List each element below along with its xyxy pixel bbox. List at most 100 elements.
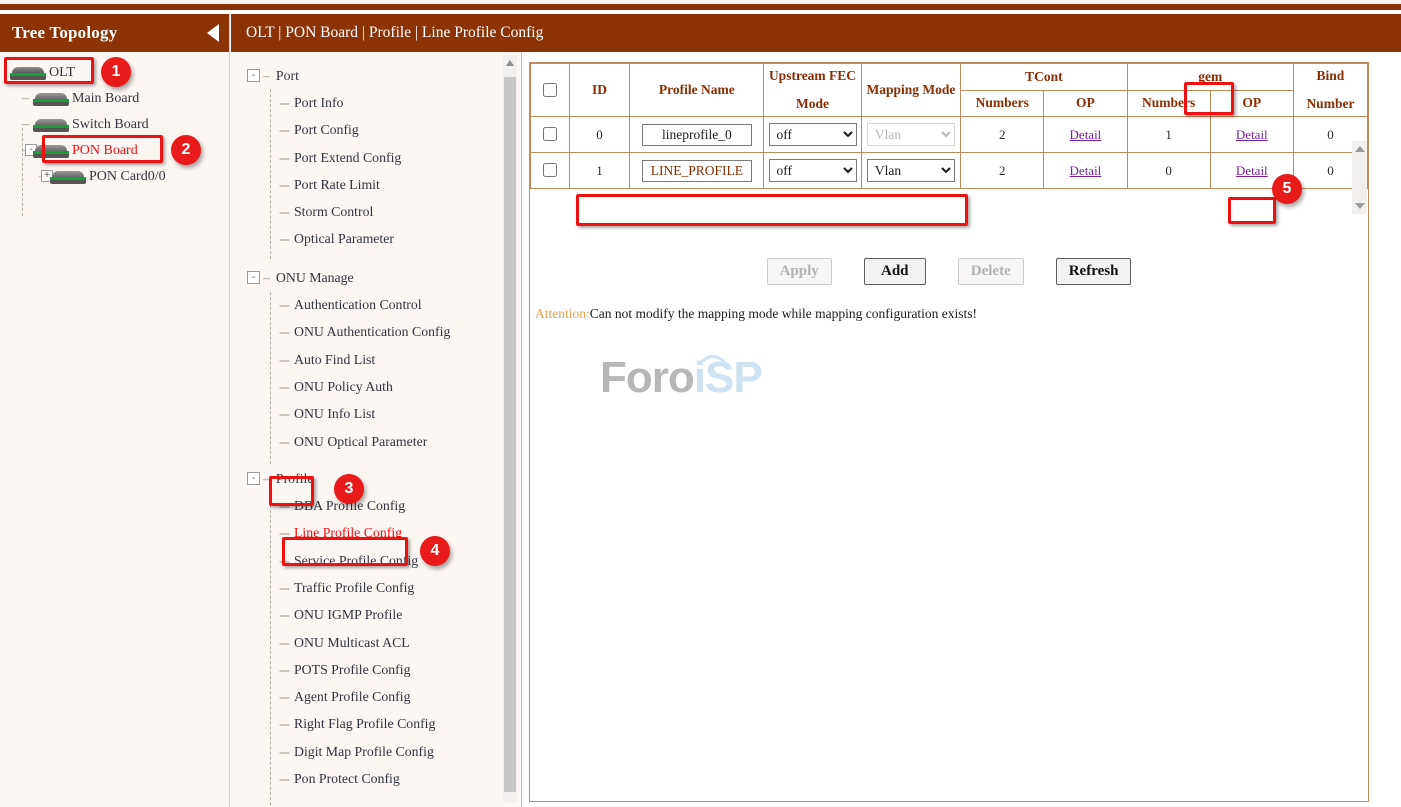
scroll-up-icon[interactable]: [506, 60, 514, 66]
nav-item-onu-optical-parameter[interactable]: ---ONU Optical Parameter: [231, 428, 521, 455]
tree-branch-dash: –: [263, 68, 270, 84]
tree-branch-dash: –: [22, 91, 29, 107]
nav-item-dba-profile-config[interactable]: ---DBA Profile Config: [231, 492, 521, 519]
nav-item-label: ONU Policy Auth: [294, 379, 393, 395]
triangle-left-icon[interactable]: [207, 24, 219, 42]
nav-item-agent-profile-config[interactable]: ---Agent Profile Config: [231, 684, 521, 711]
nav-item-label: ONU Authentication Config: [294, 324, 450, 340]
step-badge-2: 2: [171, 135, 201, 165]
select-all-checkbox[interactable]: [543, 83, 557, 97]
nav-item-pots-profile-config[interactable]: ---POTS Profile Config: [231, 656, 521, 683]
tree-node-label: PON Board: [72, 143, 138, 159]
gem-detail-link[interactable]: Detail: [1236, 163, 1268, 178]
row-checkbox[interactable]: [543, 163, 557, 177]
nav-item-label: Line Profile Config: [294, 525, 402, 541]
nav-item-service-profile-config[interactable]: ---Service Profile Config: [231, 547, 521, 574]
tcont-detail-link[interactable]: Detail: [1070, 127, 1102, 142]
row-gem-numbers: 0: [1127, 153, 1210, 189]
nav-item-onu-info-list[interactable]: ---ONU Info List: [231, 401, 521, 428]
nav-group-profile[interactable]: -–Profile: [231, 465, 521, 492]
branch-dash-icon: ---: [279, 635, 289, 651]
nav-group-onu-manage[interactable]: -–ONU Manage: [231, 264, 521, 291]
header-bind-line1: Bind: [1296, 68, 1365, 84]
nav-item-port-info[interactable]: ---Port Info: [231, 89, 521, 116]
collapse-expander-icon[interactable]: -: [247, 69, 260, 82]
nav-item-label: ONU Multicast ACL: [294, 635, 410, 651]
row-mapping-mode-cell: Vlan: [861, 153, 960, 189]
add-button[interactable]: Add: [864, 258, 926, 285]
scrollbar-thumb[interactable]: [504, 77, 516, 792]
tcont-detail-link[interactable]: Detail: [1070, 163, 1102, 178]
nav-item-onu-policy-auth[interactable]: ---ONU Policy Auth: [231, 373, 521, 400]
nav-group-port[interactable]: -–Port: [231, 62, 521, 89]
table-header-row-1: ID Profile Name Upstream FEC Mode Mappin…: [531, 64, 1368, 91]
nav-item-onu-multicast-acl[interactable]: --- ONU Multicast ACL: [231, 629, 521, 656]
nav-item-traffic-profile-config[interactable]: ---Traffic Profile Config: [231, 574, 521, 601]
attention-label: Attention:: [535, 306, 590, 321]
nav-item-line-profile-config[interactable]: ---Line Profile Config: [231, 520, 521, 547]
row-id: 1: [569, 153, 630, 189]
mapping-mode-select[interactable]: Vlan: [867, 159, 955, 182]
nav-item-port-extend-config[interactable]: ---Port Extend Config: [231, 144, 521, 171]
tree-node-main-board[interactable]: – Main Board: [0, 86, 229, 112]
nav-item-onu-igmp-profile[interactable]: ---ONU IGMP Profile: [231, 602, 521, 629]
tree-topology-title: Tree Topology: [12, 23, 117, 43]
nav-item-pon-protect-config[interactable]: ---Pon Protect Config: [231, 765, 521, 792]
nav-item-optical-parameter[interactable]: ---Optical Parameter: [231, 226, 521, 253]
tree-node-switch-board[interactable]: – Switch Board: [0, 112, 229, 138]
row-upstream-fec-cell: off: [764, 117, 861, 153]
row-select-cell: [531, 117, 570, 153]
line-profile-table: ID Profile Name Upstream FEC Mode Mappin…: [530, 63, 1368, 189]
nav-item-port-rate-limit[interactable]: ---Port Rate Limit: [231, 171, 521, 198]
row-profile-name-cell: [630, 153, 764, 189]
branch-dash-icon: ---: [279, 352, 289, 368]
content-region: ID Profile Name Upstream FEC Mode Mappin…: [523, 52, 1401, 807]
header-tcont: TCont: [961, 64, 1127, 91]
nav-menu-scrollbar[interactable]: [503, 55, 517, 803]
profile-name-input[interactable]: [642, 124, 752, 146]
branch-dash-icon: ---: [279, 122, 289, 138]
apply-button[interactable]: Apply: [767, 258, 832, 285]
refresh-button[interactable]: Refresh: [1056, 258, 1132, 285]
delete-button[interactable]: Delete: [958, 258, 1024, 285]
table-row[interactable]: 1 off: [531, 153, 1368, 189]
nav-item-auto-find-list[interactable]: ---Auto Find List: [231, 346, 521, 373]
collapse-expander-icon[interactable]: -: [247, 271, 260, 284]
gem-detail-link[interactable]: Detail: [1236, 127, 1268, 142]
row-tcont-op-cell: Detail: [1044, 117, 1127, 153]
nav-item-port-config[interactable]: ---Port Config: [231, 117, 521, 144]
collapse-expander-icon[interactable]: -: [247, 472, 260, 485]
nav-item-label: ONU Info List: [294, 406, 375, 422]
scroll-down-icon[interactable]: [1355, 203, 1365, 209]
nav-item-onu-authentication-config[interactable]: ---ONU Authentication Config: [231, 319, 521, 346]
tree-node-label: OLT: [49, 65, 75, 81]
scroll-up-icon[interactable]: [1355, 146, 1365, 152]
nav-menu-column: -–Port ---Port Info ---Port Config ---Po…: [231, 52, 522, 807]
action-button-row: Apply Add Delete Refresh: [530, 258, 1368, 285]
app-window: Tree Topology OLT – Main Board – Switch …: [0, 0, 1401, 807]
row-checkbox[interactable]: [543, 127, 557, 141]
nav-item-authentication-control[interactable]: ---Authentication Control: [231, 291, 521, 318]
nav-item-label: Authentication Control: [294, 297, 422, 313]
upstream-fec-select[interactable]: off: [769, 123, 857, 146]
nav-item-storm-control[interactable]: ---Storm Control: [231, 198, 521, 225]
header-gem: gem: [1127, 64, 1293, 91]
nav-item-right-flag-profile-config[interactable]: ---Right Flag Profile Config: [231, 711, 521, 738]
header-upstream-fec-mode: Upstream FEC Mode: [764, 64, 861, 117]
device-icon: [33, 93, 69, 106]
step-badge-1: 1: [101, 57, 131, 87]
profile-name-input[interactable]: [642, 160, 752, 182]
upstream-fec-select[interactable]: off: [769, 159, 857, 182]
nav-item-digit-map-profile-config[interactable]: ---Digit Map Profile Config: [231, 738, 521, 765]
watermark-part1: Foro: [600, 353, 694, 402]
branch-dash-icon: ---: [279, 95, 289, 111]
branch-dash-icon: ---: [279, 607, 289, 623]
table-row[interactable]: 0 off: [531, 117, 1368, 153]
table-scrollbar[interactable]: [1352, 141, 1367, 214]
header-tcont-op: OP: [1044, 90, 1127, 117]
row-tcont-numbers: 2: [961, 117, 1044, 153]
header-bind-number: Bind Number: [1293, 64, 1367, 117]
step-badge-5: 5: [1272, 174, 1302, 204]
tree-node-pon-card[interactable]: + – PON Card0/0: [0, 164, 229, 190]
nav-menu-list: -–Port ---Port Info ---Port Config ---Po…: [231, 52, 521, 793]
